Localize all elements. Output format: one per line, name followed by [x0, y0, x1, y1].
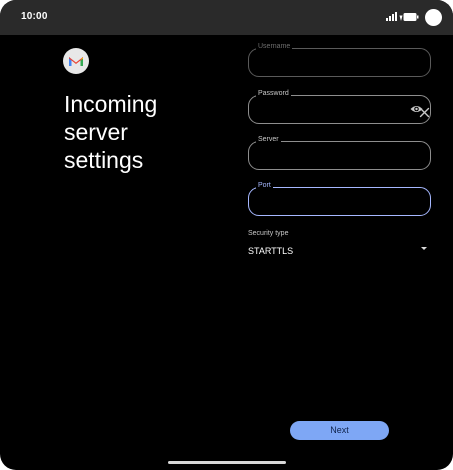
security-type-value: STARTTLS	[248, 246, 294, 256]
page-title-line: settings	[64, 147, 144, 173]
wifi-icon	[399, 15, 403, 21]
security-type-label: Security type	[248, 230, 289, 237]
next-button[interactable]: Next	[290, 421, 389, 440]
username-input[interactable]	[257, 55, 397, 71]
status-icons	[386, 12, 419, 21]
camera-cutout	[425, 9, 442, 26]
dropdown-arrow-icon	[421, 247, 427, 250]
server-field[interactable]: Server	[248, 135, 431, 170]
phone-screen: 10:00 Incoming server settings Username …	[0, 0, 453, 470]
password-label: Password	[256, 89, 291, 99]
port-input[interactable]	[257, 194, 397, 210]
close-icon[interactable]	[419, 107, 430, 118]
password-input[interactable]	[257, 102, 397, 118]
username-label: Username	[256, 42, 293, 52]
server-input[interactable]	[257, 148, 397, 164]
status-bar: 10:00	[0, 0, 453, 35]
port-field[interactable]: Port	[248, 181, 431, 216]
server-label: Server	[256, 135, 281, 145]
battery-icon	[403, 13, 419, 21]
home-indicator[interactable]	[168, 461, 286, 464]
password-field[interactable]: Password	[248, 89, 431, 124]
security-type-select[interactable]: STARTTLS	[248, 244, 431, 260]
port-label: Port	[256, 181, 273, 191]
gmail-logo-icon	[63, 48, 89, 74]
status-time: 10:00	[21, 11, 48, 22]
page-title-line: Incoming	[64, 91, 158, 117]
signal-icon	[386, 12, 397, 21]
page-title: Incoming server settings	[64, 90, 214, 174]
page-title-line: server	[64, 119, 128, 145]
username-field[interactable]: Username	[248, 42, 431, 77]
